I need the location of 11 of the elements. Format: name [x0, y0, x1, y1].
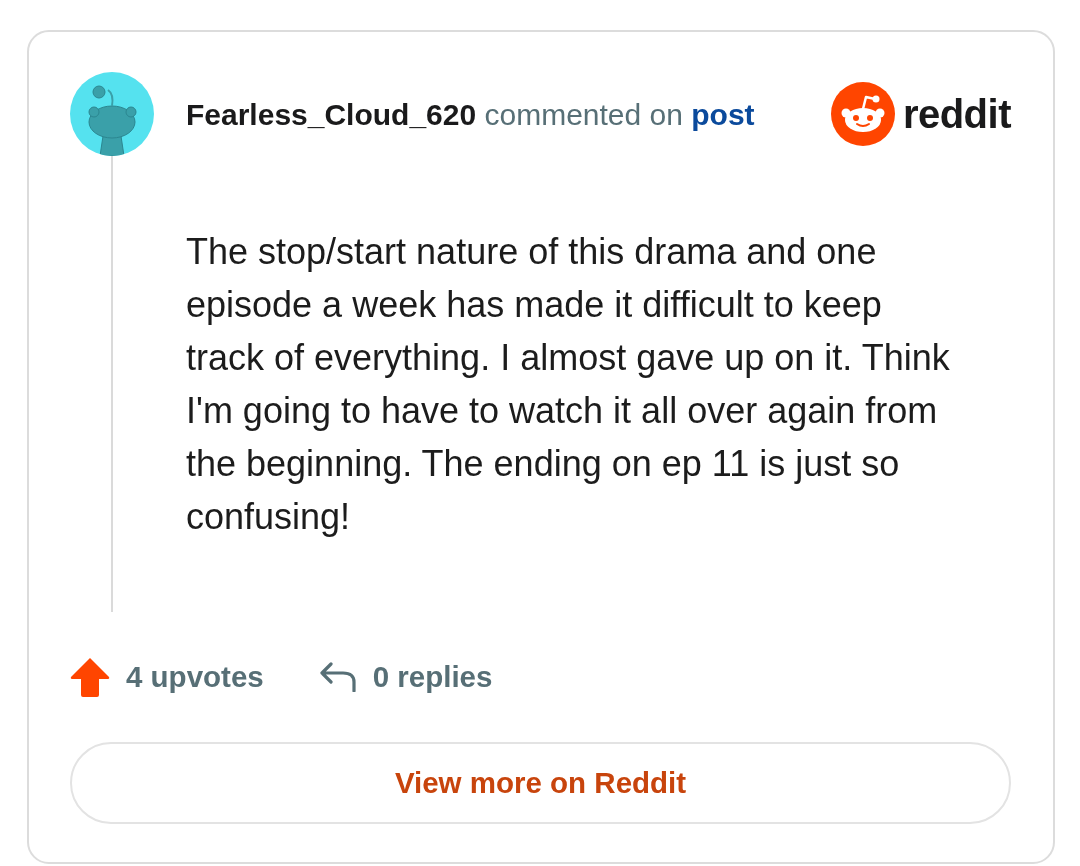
logo-wordmark: reddit [902, 94, 1011, 134]
upvote-icon[interactable] [70, 656, 110, 698]
upvote-count: 4 upvotes [126, 658, 264, 695]
reply-count: 0 replies [372, 658, 493, 695]
avatar-icon [70, 72, 154, 156]
logo-icon [830, 82, 895, 146]
post-link[interactable]: post [691, 97, 755, 131]
comment-text: The stop/start nature of this drama and one episode a week has made it difficult to keep track of everything. I almost gave up on it. Think I'm going to have to watch it all over again from the beginning. The ending on ep 11 is just so confusing! [186, 230, 951, 539]
reply-icon[interactable] [318, 662, 357, 692]
comment-meta: Fearless_Cloud_620 commented on post [186, 96, 755, 133]
view-more-button[interactable]: View more on Reddit [70, 742, 1011, 824]
